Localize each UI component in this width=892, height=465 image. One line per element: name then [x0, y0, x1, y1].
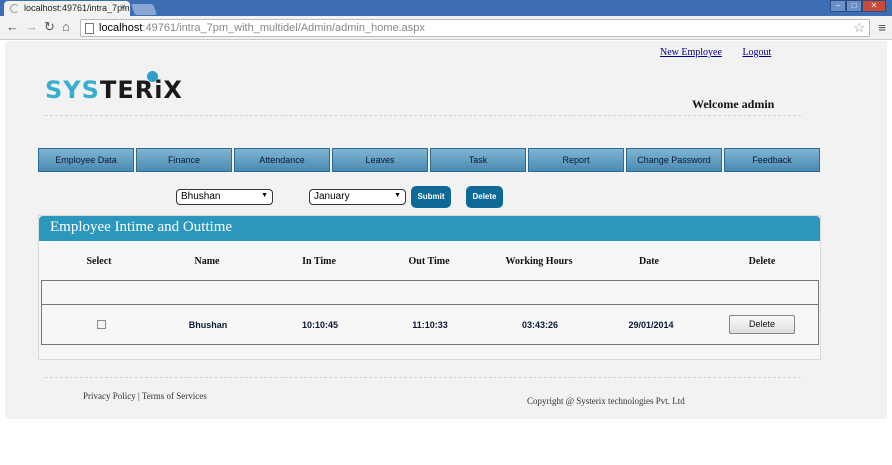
forward-arrow-icon[interactable]: →	[25, 20, 38, 34]
main-nav: Employee Data Finance Attendance Leaves …	[38, 148, 820, 172]
minimize-icon[interactable]: –	[830, 0, 846, 12]
menu-icon[interactable]: ≡	[878, 20, 886, 35]
browser-tab[interactable]: localhost:49761/intra_7pm ×	[4, 1, 130, 16]
table-row: Bhushan 10:10:45 11:10:33 03:43:26 29/01…	[41, 305, 819, 345]
col-date: Date	[639, 256, 659, 267]
footer-divider	[45, 377, 801, 378]
select-checkbox[interactable]	[97, 320, 106, 329]
address-bar[interactable]: localhost:49761/intra_7pm_with_multidel/…	[80, 19, 870, 37]
month-select-value: January	[314, 191, 350, 202]
systerix-logo: SYSTERiX	[45, 76, 183, 104]
nav-employee-data[interactable]: Employee Data	[38, 148, 134, 172]
new-employee-link[interactable]: New Employee	[660, 47, 722, 58]
footer-links: Privacy Policy | Terms of Services	[83, 391, 207, 401]
row-delete-button[interactable]: Delete	[729, 315, 795, 334]
logo-mark-icon	[147, 71, 158, 82]
col-delete: Delete	[748, 256, 776, 267]
cell-name: Bhushan	[188, 320, 228, 330]
logout-link[interactable]: Logout	[742, 47, 771, 58]
cell-date: 29/01/2014	[628, 320, 674, 330]
window-controls: – □ ✕	[830, 0, 886, 13]
close-tab-icon[interactable]: ×	[120, 2, 126, 13]
url-path: :49761/intra_7pm_with_multidel/Admin/adm…	[142, 22, 425, 34]
dropdown-arrow-icon: ▼	[261, 192, 268, 199]
nav-feedback[interactable]: Feedback	[724, 148, 820, 172]
browser-tabstrip: localhost:49761/intra_7pm × – □ ✕	[0, 0, 892, 16]
cell-out-time: 11:10:33	[412, 320, 448, 330]
terms-link[interactable]: Terms of Services	[142, 391, 207, 401]
col-out-time: Out Time	[408, 256, 450, 267]
col-name: Name	[194, 256, 220, 267]
home-icon[interactable]: ⌂	[62, 20, 70, 34]
employee-select[interactable]: Bhushan ▼	[176, 189, 273, 205]
back-arrow-icon[interactable]: ←	[6, 20, 19, 34]
nav-finance[interactable]: Finance	[136, 148, 232, 172]
nav-report[interactable]: Report	[528, 148, 624, 172]
submit-button[interactable]: Submit	[411, 186, 451, 208]
logo-text-2: TERiX	[99, 76, 183, 104]
browser-toolbar: ← → ↻ ⌂ localhost:49761/intra_7pm_with_m…	[0, 16, 892, 40]
page-body: New Employee Logout SYSTERiX Welcome adm…	[5, 41, 887, 419]
copyright-text: Copyright @ Systerix technologies Pvt. L…	[527, 396, 685, 406]
reload-icon[interactable]: ↻	[44, 20, 55, 34]
url-host: localhost	[99, 22, 143, 34]
header-divider	[45, 115, 801, 116]
nav-task[interactable]: Task	[430, 148, 526, 172]
table-row-empty	[41, 280, 819, 305]
dropdown-arrow-icon: ▼	[394, 192, 401, 199]
nav-attendance[interactable]: Attendance	[234, 148, 330, 172]
col-in-time: In Time	[302, 256, 336, 267]
welcome-text: Welcome admin	[692, 97, 775, 111]
intime-outtime-panel: Employee Intime and Outtime Select Name …	[38, 215, 821, 360]
cell-working-hours: 03:43:26	[521, 320, 559, 330]
maximize-icon[interactable]: □	[846, 0, 862, 12]
panel-title: Employee Intime and Outtime	[39, 216, 820, 241]
employee-select-value: Bhushan	[181, 191, 221, 202]
logo-text-1: SYS	[45, 76, 100, 104]
cell-in-time: 10:10:45	[301, 320, 339, 330]
nav-change-password[interactable]: Change Password	[626, 148, 722, 172]
bookmark-star-icon[interactable]: ☆	[853, 20, 865, 36]
close-window-icon[interactable]: ✕	[862, 0, 886, 12]
loading-icon	[10, 4, 19, 13]
month-select[interactable]: January ▼	[309, 189, 406, 205]
page-icon	[85, 23, 94, 34]
new-tab-button[interactable]	[130, 4, 158, 15]
top-links: New Employee Logout	[660, 47, 789, 58]
privacy-policy-link[interactable]: Privacy Policy	[83, 391, 136, 401]
delete-filter-button[interactable]: Delete	[466, 186, 503, 208]
col-working-hours: Working Hours	[505, 256, 573, 267]
tab-title: localhost:49761/intra_7pm	[24, 3, 130, 13]
col-select: Select	[86, 256, 112, 267]
nav-leaves[interactable]: Leaves	[332, 148, 428, 172]
